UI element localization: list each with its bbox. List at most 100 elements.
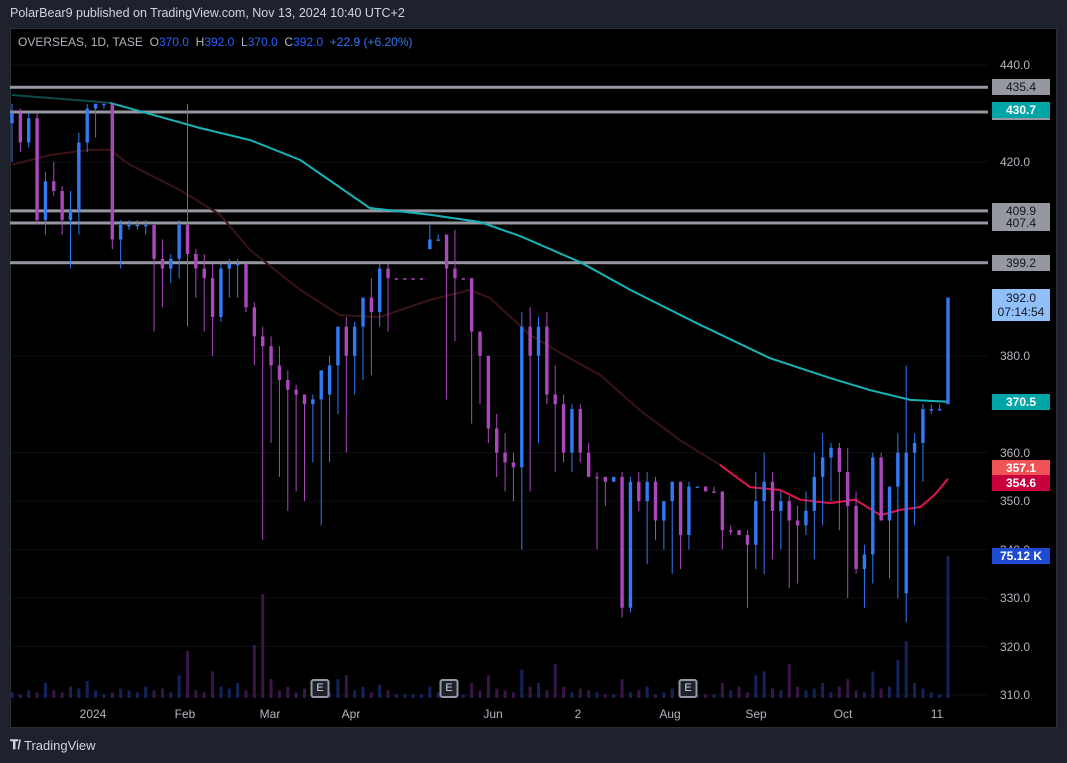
candle-body xyxy=(378,268,382,313)
volume-bar xyxy=(378,684,382,698)
volume-bar xyxy=(562,686,566,698)
x-label-jul-2: 2 xyxy=(574,707,582,721)
candle-body xyxy=(737,530,741,536)
candle-body xyxy=(294,389,298,395)
candle-body xyxy=(369,297,374,313)
ema-line xyxy=(109,101,949,403)
volume-bar xyxy=(102,694,106,698)
volume-bar xyxy=(754,675,758,698)
candle-body xyxy=(344,326,348,356)
volume-bar xyxy=(420,694,423,698)
tradingview-logo-icon: 𝐓/ xyxy=(10,737,21,752)
candle-body xyxy=(68,210,73,221)
candle-body xyxy=(152,224,156,259)
volume-bar xyxy=(654,694,657,698)
close-value: 392.0 xyxy=(293,35,324,49)
volume-bar xyxy=(846,679,850,698)
candle-body xyxy=(904,452,908,594)
ema-line-faded xyxy=(11,94,110,104)
candle-body xyxy=(653,481,658,521)
open-label: O xyxy=(149,35,159,49)
candle-body xyxy=(520,326,524,468)
volume-bar xyxy=(186,650,189,698)
candle-body xyxy=(219,268,223,317)
low-label: L xyxy=(241,35,248,49)
candle-body xyxy=(879,457,883,521)
volume-bar xyxy=(888,686,891,698)
volume-bar xyxy=(261,594,265,698)
candle-body xyxy=(319,370,323,400)
volume-bar xyxy=(704,694,708,698)
volume-bar xyxy=(913,682,917,698)
high-value: 392.0 xyxy=(204,35,235,49)
level-price-label: 399.2 xyxy=(992,254,1050,271)
candle-body xyxy=(570,409,574,453)
candle-body xyxy=(102,103,106,106)
candle-body xyxy=(921,409,925,443)
candle-body xyxy=(896,452,900,487)
y-tick-label: 360.0 xyxy=(1000,445,1031,460)
candle-body xyxy=(461,278,465,280)
candle-body xyxy=(812,476,816,511)
volume-bar xyxy=(637,690,641,698)
earnings-marker[interactable]: E xyxy=(439,679,459,698)
volume-bar xyxy=(194,690,198,698)
ma-label-b: 354.6 xyxy=(992,474,1050,491)
volume-bar xyxy=(812,688,816,698)
volume-bar xyxy=(511,692,515,698)
candle-body xyxy=(43,181,48,221)
volume-bar xyxy=(269,679,273,698)
candle-body xyxy=(386,268,390,279)
price-chart[interactable] xyxy=(0,0,1067,763)
volume-bar xyxy=(152,690,156,698)
candle-body xyxy=(862,554,867,569)
volume-bar xyxy=(127,690,131,698)
candle-body xyxy=(244,263,248,308)
candle-body xyxy=(745,535,750,545)
candle-body xyxy=(403,278,407,280)
candle-body xyxy=(787,501,791,521)
candle-body xyxy=(436,239,440,241)
volume-bar xyxy=(461,694,465,698)
candle-body xyxy=(804,510,808,526)
volume-bar xyxy=(904,641,908,698)
earnings-marker[interactable]: E xyxy=(678,679,698,698)
candle-body xyxy=(169,258,173,269)
volume-bar xyxy=(545,690,549,698)
earnings-marker[interactable]: E xyxy=(310,679,330,698)
horizontal-level-line xyxy=(10,209,988,213)
volume-bar xyxy=(712,694,716,698)
candle-body xyxy=(235,263,240,266)
candle-body xyxy=(160,258,165,269)
volume-bar xyxy=(428,686,432,698)
candle-body xyxy=(929,409,933,411)
bar-countdown: 07:14:54 xyxy=(997,304,1045,319)
volume-bar xyxy=(202,692,206,698)
tradingview-logo[interactable]: 𝐓/ TradingView xyxy=(10,737,96,753)
candle-body xyxy=(85,108,89,143)
volume-bar xyxy=(796,686,800,698)
candle-body xyxy=(536,326,541,356)
candle-body xyxy=(336,326,340,366)
candle-body xyxy=(695,486,699,489)
y-tick-label: 320.0 xyxy=(1000,639,1031,654)
candle-body xyxy=(60,190,64,221)
y-tick-label: 310.0 xyxy=(1000,687,1031,702)
volume-bar xyxy=(43,682,47,698)
volume-bar xyxy=(110,692,114,698)
volume-bar xyxy=(612,694,616,698)
volume-bar xyxy=(771,688,774,698)
volume-bar xyxy=(662,692,666,698)
volume-bar xyxy=(779,690,783,698)
y-tick-label: 350.0 xyxy=(1000,494,1031,509)
candle-body xyxy=(261,336,265,347)
x-label-oct: Oct xyxy=(833,707,853,721)
candle-body xyxy=(603,476,608,482)
candle-body xyxy=(545,326,549,395)
volume-bar xyxy=(645,686,649,698)
candle-body xyxy=(687,486,691,536)
volume-bar xyxy=(537,682,540,698)
volume-bar xyxy=(745,692,749,698)
volume-bar xyxy=(18,694,22,698)
candle-body xyxy=(612,476,616,482)
